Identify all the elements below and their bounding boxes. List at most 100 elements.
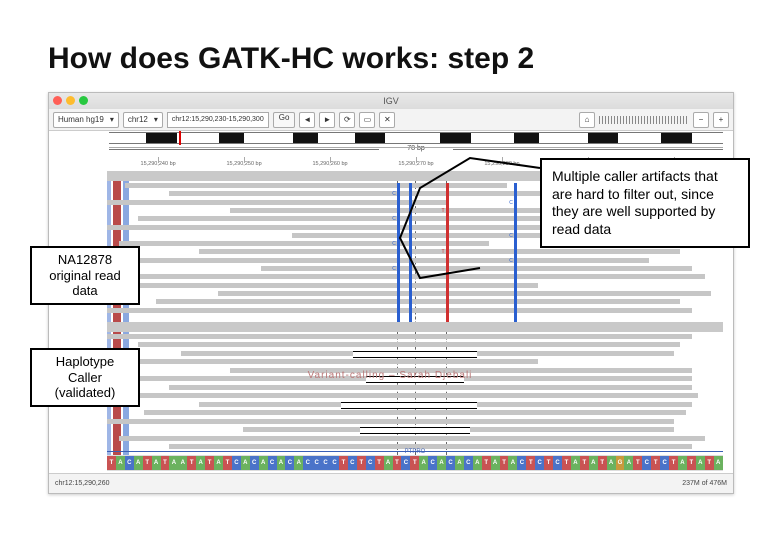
genome-value: Human hg19 [58, 115, 104, 124]
sequence-base: T [107, 456, 116, 470]
ruler-tick: 15,290,250 bp [214, 161, 274, 167]
coverage-track [107, 322, 723, 332]
zoom-in-icon[interactable]: + [713, 112, 729, 128]
sequence-base: T [187, 456, 196, 470]
sequence-base: A [455, 456, 464, 470]
sequence-base: T [393, 456, 402, 470]
sequence-base: A [152, 456, 161, 470]
snp-letter: C [392, 191, 396, 197]
sequence-base: C [428, 456, 437, 470]
status-bar: chr12:15,290,260 237M of 476M [49, 473, 733, 493]
close-icon[interactable] [53, 96, 62, 105]
sequence-base: A [589, 456, 598, 470]
ruler-tick: 15,290,240 bp [128, 161, 188, 167]
chevron-down-icon: ▾ [154, 115, 158, 124]
sequence-base: C [517, 456, 526, 470]
sequence-base: A [508, 456, 517, 470]
sequence-base: C [285, 456, 294, 470]
snp-letter: C [392, 266, 396, 272]
sequence-base: T [410, 456, 419, 470]
snp-letter: T [441, 208, 444, 214]
location-input[interactable]: chr12:15,290,230-15,290,300 [167, 112, 269, 128]
sequence-base: A [419, 456, 428, 470]
sequence-base: T [161, 456, 170, 470]
sequence-base: A [178, 456, 187, 470]
sequence-base: A [196, 456, 205, 470]
chevron-down-icon: ▾ [110, 115, 114, 124]
minimize-icon[interactable] [66, 96, 75, 105]
sequence-base: C [268, 456, 277, 470]
genome-select[interactable]: Human hg19 ▾ [53, 112, 119, 128]
deletion-gap [366, 376, 465, 383]
sequence-base: A [259, 456, 268, 470]
snp-letter: C [509, 200, 513, 206]
ideogram[interactable] [109, 131, 723, 145]
sequence-base: C [535, 456, 544, 470]
region-icon[interactable]: ▭ [359, 112, 375, 128]
window-titlebar: IGV [49, 93, 733, 110]
sequence-base: T [580, 456, 589, 470]
sequence-base: T [651, 456, 660, 470]
sequence-base: T [598, 456, 607, 470]
sequence-base: A [169, 456, 178, 470]
close-panel-icon[interactable]: ✕ [379, 112, 395, 128]
sequence-base: T [357, 456, 366, 470]
sequence-base: C [642, 456, 651, 470]
ruler-tick: 15,290,260 bp [300, 161, 360, 167]
callout-box: Multiple caller artifacts that are hard … [540, 158, 750, 248]
back-icon[interactable]: ◄ [299, 112, 315, 128]
sequence-base: T [482, 456, 491, 470]
sequence-base: A [437, 456, 446, 470]
sequence-base: A [714, 456, 723, 470]
slide-title: How does GATK-HC works: step 2 [48, 42, 534, 76]
sequence-base: A [214, 456, 223, 470]
zoom-out-icon[interactable]: − [693, 112, 709, 128]
track-haplotype [107, 322, 723, 455]
sequence-base: A [277, 456, 286, 470]
location-value: chr12:15,290,230-15,290,300 [172, 116, 264, 123]
sequence-base: C [250, 456, 259, 470]
label-haplotype-caller: Haplotype Caller (validated) [30, 348, 140, 407]
chromosome-select[interactable]: chr12 ▾ [123, 112, 163, 128]
chromosome-value: chr12 [128, 115, 148, 124]
sequence-base: C [330, 456, 339, 470]
sequence-base: T [339, 456, 348, 470]
toolbar: Human hg19 ▾ chr12 ▾ chr12:15,290,230-15… [49, 109, 733, 131]
zoom-icon[interactable] [79, 96, 88, 105]
sequence-base: T [143, 456, 152, 470]
snp-letter: T [441, 249, 444, 255]
sequence-base: C [321, 456, 330, 470]
forward-icon[interactable]: ► [319, 112, 335, 128]
refresh-icon[interactable]: ⟳ [339, 112, 355, 128]
status-location: chr12:15,290,260 [55, 480, 110, 487]
igv-window: IGV Human hg19 ▾ chr12 ▾ chr12:15,290,23… [48, 92, 734, 494]
sequence-base: C [312, 456, 321, 470]
sequence-track: TACATATAATATATCACACACACCCCTCTCTATCTACACA… [107, 455, 723, 471]
sequence-base: C [303, 456, 312, 470]
sequence-base: A [134, 456, 143, 470]
sequence-base: C [125, 456, 134, 470]
home-icon[interactable]: ⌂ [579, 112, 595, 128]
sequence-base: A [678, 456, 687, 470]
sequence-base: T [223, 456, 232, 470]
snp-letter: C [509, 233, 513, 239]
sequence-base: A [116, 456, 125, 470]
sequence-base: T [562, 456, 571, 470]
sequence-base: T [633, 456, 642, 470]
go-button[interactable]: Go [273, 112, 296, 128]
ideogram-marker [179, 131, 181, 145]
sequence-base: T [687, 456, 696, 470]
sequence-base: C [660, 456, 669, 470]
sequence-base: A [624, 456, 633, 470]
sequence-base: A [241, 456, 250, 470]
zoom-slider[interactable] [599, 116, 689, 124]
sequence-base: A [294, 456, 303, 470]
sequence-base: C [366, 456, 375, 470]
sequence-base: A [473, 456, 482, 470]
ruler-tick: 15,290,270 bp [386, 161, 446, 167]
sequence-base: T [669, 456, 678, 470]
sequence-base: G [616, 456, 625, 470]
reads-haplotype [107, 334, 723, 455]
deletion-gap [360, 427, 471, 434]
sequence-base: T [705, 456, 714, 470]
